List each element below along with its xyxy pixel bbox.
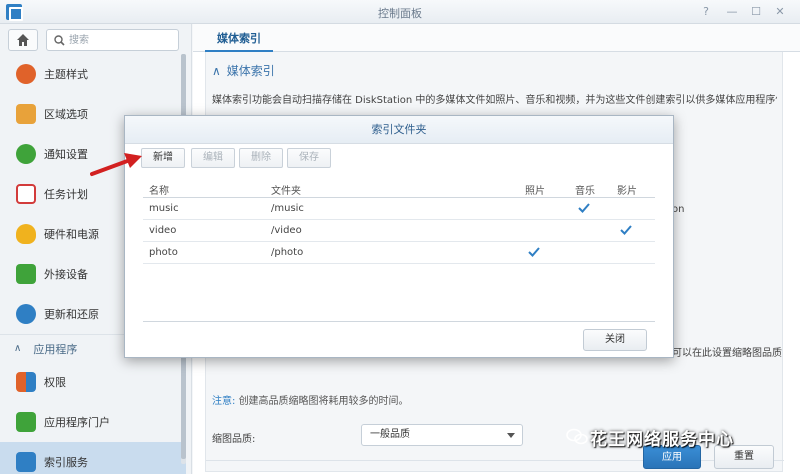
sidebar-item-privileges[interactable]: 权限 [0, 362, 186, 402]
search-input[interactable] [69, 33, 174, 47]
sidebar-item-theme[interactable]: 主题样式 [0, 54, 186, 94]
search-field[interactable] [46, 29, 179, 51]
section-header[interactable]: ∧ 媒体索引 [212, 62, 275, 79]
dialog-title: 索引文件夹 [125, 116, 673, 144]
sidebar-item-label: 外接设备 [44, 268, 88, 281]
sidebar-item-label: 通知设置 [44, 148, 88, 161]
table-bottom-divider [143, 321, 655, 322]
sidebar-item-label: 应用程序门户 [44, 416, 110, 429]
row-name: music [149, 203, 179, 214]
window-title: 控制面板 [378, 7, 422, 20]
column-header-photo[interactable]: 照片 [525, 182, 545, 197]
title-bar: 控制面板 ? — ☐ ✕ [0, 0, 800, 24]
note-label: 注意: [212, 396, 236, 407]
sidebar-item-label: 区域选项 [44, 108, 88, 121]
row-folder: /video [271, 225, 302, 236]
column-header-video[interactable]: 影片 [617, 182, 637, 197]
column-header-music[interactable]: 音乐 [575, 182, 595, 197]
maximize-icon[interactable]: ☐ [748, 4, 764, 20]
sidebar-item-label: 更新和还原 [44, 308, 99, 321]
close-icon[interactable]: ✕ [772, 4, 788, 20]
note-body: 创建高品质缩略图将耗用较多的时间。 [238, 396, 409, 407]
checkmark-icon [620, 225, 632, 235]
edit-button[interactable]: 编辑 [191, 148, 235, 168]
sidebar-item-indexing-service[interactable]: 索引服务 [0, 442, 186, 474]
table-row[interactable]: music /music [143, 198, 655, 220]
sidebar-item-label: 索引服务 [44, 456, 88, 469]
home-button[interactable] [8, 29, 38, 51]
minimize-icon[interactable]: — [724, 4, 740, 20]
row-name: photo [149, 247, 178, 258]
table-row[interactable]: photo /photo [143, 242, 655, 264]
annotation-arrow-icon [90, 153, 142, 176]
refresh-icon [16, 304, 36, 324]
checkmark-icon [528, 247, 540, 257]
sidebar-item-label: 主题样式 [44, 68, 88, 81]
thumbnail-quality-select[interactable]: 一般品质 [361, 424, 523, 446]
bulb-icon [16, 224, 36, 244]
column-header-name[interactable]: 名称 [149, 182, 169, 197]
sidebar-item-label: 硬件和电源 [44, 228, 99, 241]
calendar-check-icon [16, 184, 36, 204]
thumbnail-quality-label: 缩图品质: [212, 434, 256, 445]
palette-icon [16, 64, 36, 84]
description-text: 媒体索引功能会自动扫描存储在 DiskStation 中的多媒体文件如照片、音乐… [212, 95, 777, 106]
region-icon [16, 104, 36, 124]
tab-bar: 媒体索引 [193, 24, 800, 52]
chat-bubble-icon [16, 144, 36, 164]
sidebar-item-label: 权限 [44, 376, 66, 389]
index-folder-dialog: 索引文件夹 新增 编辑 删除 保存 名称 文件夹 照片 音乐 影片 music … [124, 115, 674, 358]
row-folder: /photo [271, 247, 304, 258]
grid-icon [16, 372, 36, 392]
chevron-up-icon: ∧ [212, 64, 221, 78]
partial-text: 可以在此设置缩略图品质 [672, 348, 782, 359]
tab-media-index[interactable]: 媒体索引 [205, 28, 273, 52]
sidebar-item-label: 任务计划 [44, 188, 88, 201]
row-folder: /music [271, 203, 304, 214]
sidebar-item-app-portal[interactable]: 应用程序门户 [0, 402, 186, 442]
select-value: 一般品质 [370, 429, 410, 440]
section-title: 媒体索引 [226, 64, 275, 78]
portal-icon [16, 412, 36, 432]
index-search-icon [16, 452, 36, 472]
wechat-icon [566, 428, 588, 445]
home-icon [17, 34, 29, 46]
search-icon [54, 35, 65, 46]
close-button[interactable]: 关闭 [583, 329, 647, 351]
row-name: video [149, 225, 177, 236]
save-button[interactable]: 保存 [287, 148, 331, 168]
section-label: 应用程序 [33, 342, 78, 356]
upload-icon [16, 264, 36, 284]
column-header-folder[interactable]: 文件夹 [271, 182, 301, 197]
delete-button[interactable]: 删除 [239, 148, 283, 168]
table-header: 名称 文件夹 照片 音乐 影片 [143, 178, 655, 198]
control-panel-window: 控制面板 ? — ☐ ✕ 主题样式 区域选项 通知设置 [0, 0, 800, 474]
checkmark-icon [578, 203, 590, 213]
help-icon[interactable]: ? [698, 4, 714, 20]
table-row[interactable]: video /video [143, 220, 655, 242]
note-text: 注意: 创建高品质缩略图将耗用较多的时间。 [212, 392, 409, 407]
watermark-text: 花王网络服务中心 [590, 430, 734, 450]
chevron-up-icon: ∧ [14, 343, 22, 354]
chevron-down-icon [507, 433, 515, 438]
